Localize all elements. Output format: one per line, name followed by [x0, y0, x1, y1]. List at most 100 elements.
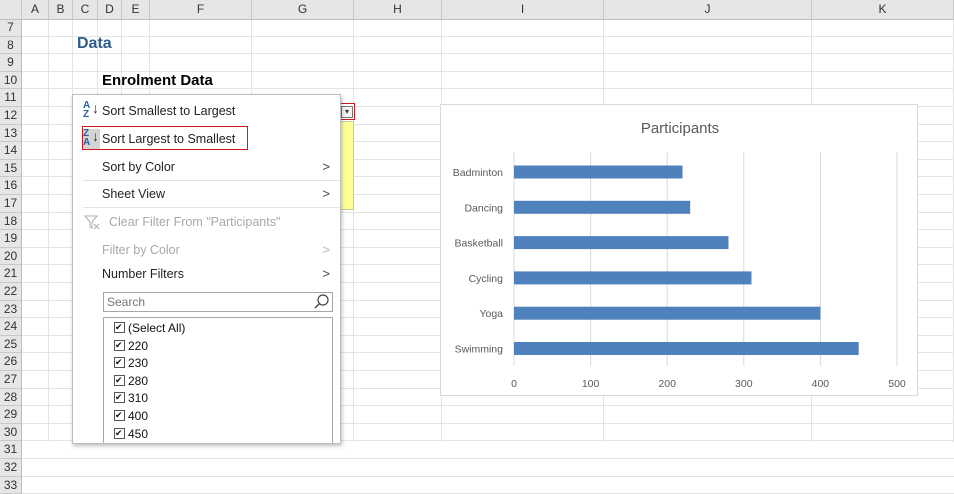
chevron-right-icon: >: [322, 266, 330, 281]
row-header-14[interactable]: 14: [0, 142, 22, 160]
category-label: Cycling: [469, 273, 504, 285]
checkbox-checked-icon[interactable]: [114, 425, 125, 442]
row-header-11[interactable]: 11: [0, 89, 22, 107]
column-header-b[interactable]: B: [49, 0, 73, 19]
grid-line-horizontal: [22, 458, 954, 459]
row-header-21[interactable]: 21: [0, 265, 22, 283]
bar-dancing: [514, 200, 691, 214]
sort-ascending-label: Sort Smallest to Largest: [102, 104, 236, 118]
filter-arrow-icon: ▾: [341, 106, 353, 118]
column-header-h[interactable]: H: [354, 0, 442, 19]
filter-list-item-label: 220: [128, 338, 149, 353]
row-header-16[interactable]: 16: [0, 177, 22, 195]
filter-dropdown-menu: A Z ↓ Sort Smallest to Largest Z A ↓ Sort La…: [72, 94, 341, 444]
column-header-i[interactable]: I: [442, 0, 604, 19]
select-all-corner[interactable]: [0, 0, 22, 19]
bar-badminton: [514, 165, 683, 179]
category-label: Yoga: [479, 308, 503, 320]
category-label: Basketball: [455, 238, 503, 250]
row-header-25[interactable]: 25: [0, 335, 22, 354]
row-header-27[interactable]: 27: [0, 371, 22, 389]
grid-line-horizontal: [22, 35, 954, 37]
checkbox-checked-icon[interactable]: [114, 389, 125, 406]
row-header-23[interactable]: 23: [0, 300, 22, 319]
filter-list-item[interactable]: 400: [114, 407, 149, 425]
checkbox-checked-icon[interactable]: [114, 319, 125, 336]
row-header-9[interactable]: 9: [0, 54, 22, 72]
filter-list-item-label: (Select All): [128, 321, 186, 335]
category-label: Badminton: [453, 167, 503, 179]
checkbox-checked-icon[interactable]: [114, 372, 125, 389]
row-header-17[interactable]: 17: [0, 195, 22, 213]
chevron-right-icon: >: [322, 186, 330, 201]
row-header-33[interactable]: 33: [0, 476, 22, 494]
bar-basketball: [514, 236, 729, 250]
participants-chart[interactable]: Participants 0 100 200 300 400 500 Swimming Yoga…: [440, 104, 918, 396]
row-header-28[interactable]: 28: [0, 388, 22, 407]
row-header-13[interactable]: 13: [0, 124, 22, 143]
filter-list-item[interactable]: 220: [114, 337, 149, 355]
column-header-e[interactable]: E: [122, 0, 150, 19]
filter-list-item-label: 310: [128, 391, 149, 406]
row-header-19[interactable]: 19: [0, 230, 22, 248]
bar-swimming: [514, 342, 859, 355]
filter-list-item[interactable]: 310: [114, 389, 149, 407]
row-header-7[interactable]: 7: [0, 19, 22, 37]
highlight-box: [82, 126, 248, 150]
clear-filter-icon: [83, 214, 100, 230]
row-header-30[interactable]: 30: [0, 423, 22, 442]
menu-item-sort-by-color[interactable]: Sort by Color >: [73, 155, 340, 179]
filter-list-item-label: 230: [128, 356, 149, 371]
search-icon: [314, 293, 330, 311]
filter-value-list: (Select All) 220 230 280 310 400 450: [103, 317, 333, 443]
grid-line-horizontal: [22, 475, 954, 477]
category-label: Swimming: [455, 344, 504, 356]
column-header-g[interactable]: G: [252, 0, 354, 19]
menu-item-number-filters[interactable]: Number Filters >: [73, 262, 340, 286]
row-header-29[interactable]: 29: [0, 406, 22, 424]
row-header-12[interactable]: 12: [0, 107, 22, 125]
menu-item-sort-ascending[interactable]: A Z ↓ Sort Smallest to Largest: [73, 99, 340, 123]
category-label: Dancing: [464, 202, 503, 214]
x-tick-label: 200: [658, 378, 676, 390]
bar-chart-svg: Participants 0 100 200 300 400 500 Swimming Yoga…: [453, 120, 906, 390]
row-header-22[interactable]: 22: [0, 283, 22, 301]
x-tick-label: 0: [511, 378, 517, 390]
column-header-j[interactable]: J: [604, 0, 812, 19]
filter-list-item-label: 400: [128, 409, 149, 423]
row-header-15[interactable]: 15: [0, 159, 22, 178]
bar-yoga: [514, 306, 821, 320]
checkbox-checked-icon[interactable]: [114, 337, 125, 354]
row-header-24[interactable]: 24: [0, 318, 22, 336]
menu-item-filter-by-color: Filter by Color >: [73, 238, 340, 262]
column-header-d[interactable]: D: [98, 0, 122, 19]
checkbox-checked-icon[interactable]: [114, 407, 125, 424]
table-title: Enrolment Data: [102, 72, 213, 89]
chevron-right-icon: >: [322, 159, 330, 174]
grid-line-horizontal: [22, 53, 954, 55]
checkbox-checked-icon[interactable]: [114, 354, 125, 371]
filter-list-item-label: 280: [128, 373, 149, 388]
row-header-8[interactable]: 8: [0, 36, 22, 55]
chevron-right-icon: >: [322, 242, 330, 257]
column-header-f[interactable]: F: [150, 0, 252, 19]
row-header-18[interactable]: 18: [0, 212, 22, 231]
filter-list-item[interactable]: 230: [114, 354, 149, 372]
menu-item-sheet-view[interactable]: Sheet View >: [73, 182, 340, 206]
row-header-31[interactable]: 31: [0, 441, 22, 459]
filter-list-item[interactable]: (Select All): [114, 319, 186, 337]
sheet-heading: Data: [77, 35, 112, 52]
row-header-20[interactable]: 20: [0, 247, 22, 266]
column-header-c[interactable]: C: [73, 0, 98, 19]
filter-list-item[interactable]: 450: [114, 425, 148, 443]
x-tick-label: 300: [735, 378, 753, 390]
column-header-a[interactable]: A: [22, 0, 49, 19]
row-header-26[interactable]: 26: [0, 353, 22, 371]
row-header-10[interactable]: 10: [0, 71, 22, 90]
row-header-32[interactable]: 32: [0, 459, 22, 477]
grid-line-vertical: [48, 19, 49, 442]
bar-cycling: [514, 271, 752, 285]
column-header-k[interactable]: K: [812, 0, 954, 19]
search-input[interactable]: Search: [103, 292, 333, 312]
filter-list-item[interactable]: 280: [114, 372, 149, 390]
